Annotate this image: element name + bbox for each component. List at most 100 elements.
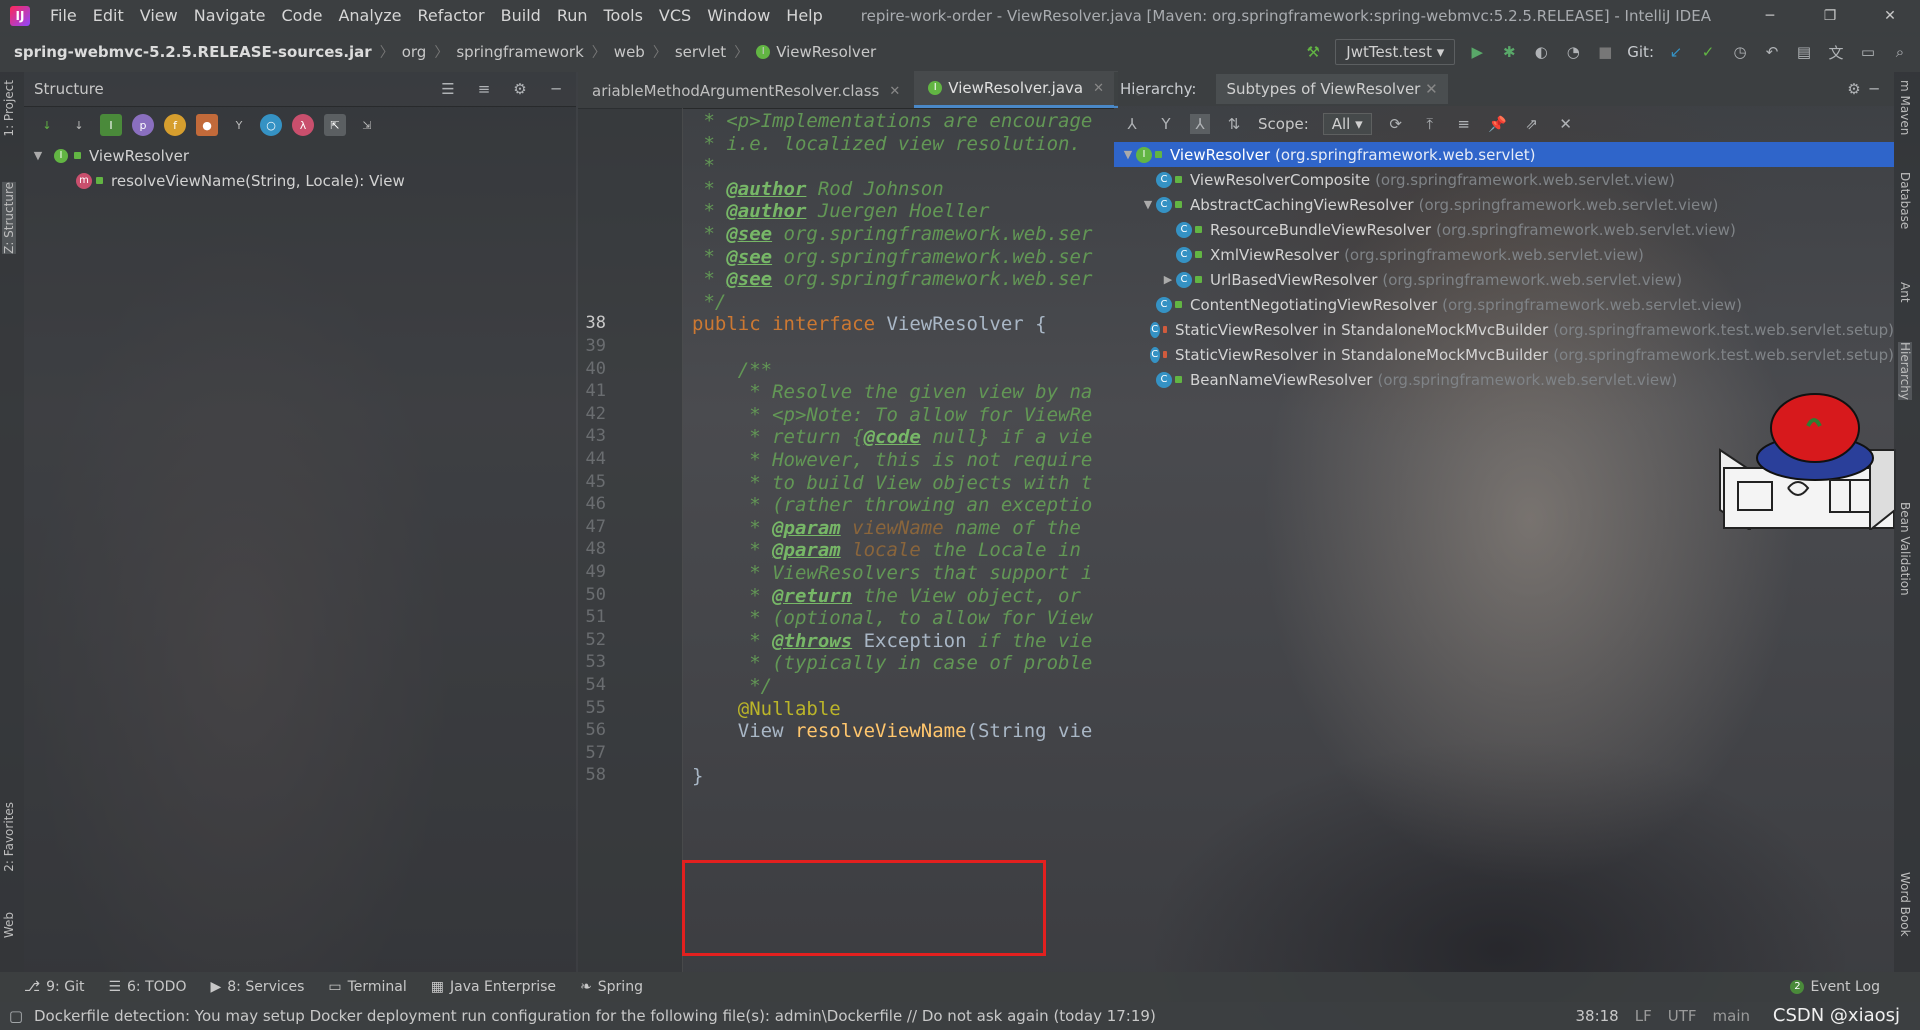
breadcrumb-jar[interactable]: spring-webmvc-5.2.5.RELEASE-sources.jar bbox=[14, 43, 372, 61]
hierarchy-row[interactable]: ▶ C UrlBasedViewResolver (org.springframewo… bbox=[1114, 267, 1894, 292]
toggle-tool-windows-icon[interactable]: ▢ bbox=[6, 1006, 26, 1026]
pin-icon[interactable]: 📌 bbox=[1488, 114, 1508, 134]
ant-tool-tab[interactable]: Ant bbox=[1898, 282, 1912, 303]
breadcrumb-servlet[interactable]: servlet bbox=[675, 43, 726, 61]
maven-tool-tab[interactable]: m Maven bbox=[1898, 80, 1912, 135]
breadcrumb-viewresolver[interactable]: ViewResolver bbox=[776, 43, 876, 61]
expand-all-icon[interactable]: ☰ bbox=[438, 79, 458, 99]
breadcrumb-web[interactable]: web bbox=[614, 43, 645, 61]
project-tool-tab[interactable]: 1: Project bbox=[2, 80, 16, 137]
line-separator[interactable]: LF bbox=[1635, 1007, 1652, 1025]
restore-icon[interactable]: ❐ bbox=[1800, 0, 1860, 32]
run-configuration-select[interactable]: JwtTest.test ▾ bbox=[1335, 39, 1456, 65]
settings-gear-icon[interactable]: ⚙ bbox=[510, 79, 530, 99]
show-properties-icon[interactable]: p bbox=[132, 114, 154, 136]
build-hammer-icon[interactable]: ⚒ bbox=[1303, 42, 1323, 62]
menu-file[interactable]: File bbox=[42, 0, 85, 32]
scope-select[interactable]: All ▾ bbox=[1322, 113, 1372, 135]
hierarchy-row[interactable]: ▼ C AbstractCachingViewResolver (org.spring… bbox=[1114, 192, 1894, 217]
tree-item-viewresolver[interactable]: ▼ I ViewResolver bbox=[24, 143, 576, 168]
show-fields-icon[interactable]: f bbox=[164, 114, 186, 136]
expand-arrow-icon[interactable]: ▼ bbox=[1140, 198, 1156, 211]
breadcrumb-springframework[interactable]: springframework bbox=[456, 43, 583, 61]
supertypes-icon[interactable]: ⅄ bbox=[1122, 114, 1142, 134]
debug-icon[interactable]: ✱ bbox=[1499, 42, 1519, 62]
show-lambdas-icon[interactable]: Y bbox=[228, 114, 250, 136]
bean-validation-tool-tab[interactable]: Bean Validation bbox=[1898, 502, 1912, 596]
services-tool-button[interactable]: ▶ 8: Services bbox=[210, 979, 304, 995]
menu-help[interactable]: Help bbox=[778, 0, 830, 32]
hierarchy-tool-tab[interactable]: Hierarchy bbox=[1898, 342, 1912, 401]
tab-viewresolver-java[interactable]: I ViewResolver.java ✕ bbox=[914, 71, 1118, 108]
wordbook-tool-tab[interactable]: Word Book bbox=[1898, 872, 1912, 937]
anonymous-classes-icon[interactable]: ○ bbox=[260, 114, 282, 136]
hierarchy-row[interactable]: ▼ I ViewResolver (org.springframework.web.s… bbox=[1114, 142, 1894, 167]
menu-run[interactable]: Run bbox=[549, 0, 596, 32]
menu-vcs[interactable]: VCS bbox=[651, 0, 699, 32]
hierarchy-row[interactable]: C ResourceBundleViewResolver (org.springfr… bbox=[1114, 217, 1894, 242]
collapse-all-icon[interactable]: ≡ bbox=[1454, 114, 1474, 134]
presentation-icon[interactable]: ▭ bbox=[1858, 42, 1878, 62]
hierarchy-row[interactable]: C StaticViewResolver in StandaloneMockMvc… bbox=[1114, 317, 1894, 342]
spring-tool-button[interactable]: ❧ Spring bbox=[580, 979, 643, 995]
structure-tool-tab[interactable]: Z: Structure bbox=[2, 182, 16, 254]
menu-analyze[interactable]: Analyze bbox=[330, 0, 409, 32]
close-icon[interactable]: ✕ bbox=[1556, 114, 1576, 134]
git-tool-button[interactable]: ⎇ 9: Git bbox=[24, 979, 84, 995]
lambda-icon[interactable]: λ bbox=[292, 114, 314, 136]
expand-all-icon[interactable]: ⤒ bbox=[1420, 114, 1440, 134]
minimize-icon[interactable]: ─ bbox=[1740, 0, 1800, 32]
close-icon[interactable]: ✕ bbox=[1860, 0, 1920, 32]
git-commit-icon[interactable]: ✓ bbox=[1698, 42, 1718, 62]
hide-panel-icon[interactable]: ─ bbox=[546, 79, 566, 99]
close-tab-icon[interactable]: ✕ bbox=[1093, 81, 1104, 96]
menu-tools[interactable]: Tools bbox=[596, 0, 651, 32]
terminal-tool-button[interactable]: ▭ Terminal bbox=[328, 979, 406, 995]
todo-tool-button[interactable]: ☰ 6: TODO bbox=[108, 979, 186, 995]
menu-code[interactable]: Code bbox=[274, 0, 331, 32]
collapse-all-icon[interactable]: ≡ bbox=[474, 79, 494, 99]
show-non-public-icon[interactable]: ● bbox=[196, 114, 218, 136]
code-area[interactable]: * <p>Implementations are encourage * i.e… bbox=[578, 108, 1114, 972]
profile-icon[interactable]: ◔ bbox=[1563, 42, 1583, 62]
hierarchy-row[interactable]: C ContentNegotiatingViewResolver (org.spri… bbox=[1114, 292, 1894, 317]
type-hierarchy-icon[interactable]: Y bbox=[1156, 114, 1176, 134]
java-enterprise-tool-button[interactable]: ▦ Java Enterprise bbox=[431, 979, 556, 995]
translate-icon[interactable]: 文 bbox=[1826, 42, 1846, 62]
subtypes-icon[interactable]: ⅄ bbox=[1190, 114, 1210, 134]
git-branch[interactable]: main bbox=[1713, 1007, 1750, 1025]
tab-argumentresolver-class[interactable]: ariableMethodArgumentResolver.class ✕ bbox=[578, 74, 914, 108]
menu-build[interactable]: Build bbox=[493, 0, 549, 32]
tree-item-resolveviewname[interactable]: m resolveViewName(String, Locale): View bbox=[24, 168, 576, 193]
tab-subtypes[interactable]: Subtypes of ViewResolver ✕ bbox=[1216, 74, 1448, 104]
stop-icon[interactable]: ■ bbox=[1595, 42, 1615, 62]
menu-navigate[interactable]: Navigate bbox=[186, 0, 274, 32]
breadcrumb-org[interactable]: org bbox=[402, 43, 427, 61]
hierarchy-row[interactable]: C ViewResolverComposite (org.springframewo… bbox=[1114, 167, 1894, 192]
expand-arrow-icon[interactable]: ▼ bbox=[30, 149, 46, 162]
sort-alpha-icon[interactable]: ⇅ bbox=[1224, 114, 1244, 134]
menu-edit[interactable]: Edit bbox=[85, 0, 132, 32]
hierarchy-row[interactable]: C XmlViewResolver (org.springframework.web… bbox=[1114, 242, 1894, 267]
project-structure-icon[interactable]: ▤ bbox=[1794, 42, 1814, 62]
status-message[interactable]: Dockerfile detection: You may setup Dock… bbox=[34, 1007, 1156, 1025]
expand-arrow-icon[interactable]: ▶ bbox=[1160, 273, 1176, 286]
autoscroll-to-source-icon[interactable]: ⇱ bbox=[324, 114, 346, 136]
hide-panel-icon[interactable]: ─ bbox=[1864, 79, 1884, 99]
menu-refactor[interactable]: Refactor bbox=[410, 0, 493, 32]
search-everywhere-icon[interactable]: ⌕ bbox=[1890, 42, 1910, 62]
settings-gear-icon[interactable]: ⚙ bbox=[1844, 79, 1864, 99]
run-icon[interactable]: ▶ bbox=[1467, 42, 1487, 62]
git-history-icon[interactable]: ◷ bbox=[1730, 42, 1750, 62]
database-tool-tab[interactable]: Database bbox=[1898, 172, 1912, 229]
hierarchy-row[interactable]: C StaticViewResolver in StandaloneMockMvc… bbox=[1114, 342, 1894, 367]
git-update-icon[interactable]: ↙ bbox=[1666, 42, 1686, 62]
sort-alpha-icon[interactable]: ↓ bbox=[68, 114, 90, 136]
rollback-icon[interactable]: ↶ bbox=[1762, 42, 1782, 62]
sort-visibility-icon[interactable]: ↓ bbox=[36, 114, 58, 136]
event-log-button[interactable]: 2 Event Log bbox=[1790, 979, 1880, 995]
refresh-icon[interactable]: ⟳ bbox=[1386, 114, 1406, 134]
file-encoding[interactable]: UTF bbox=[1668, 1007, 1697, 1025]
close-tab-icon[interactable]: ✕ bbox=[889, 84, 900, 99]
export-icon[interactable]: ⇗ bbox=[1522, 114, 1542, 134]
